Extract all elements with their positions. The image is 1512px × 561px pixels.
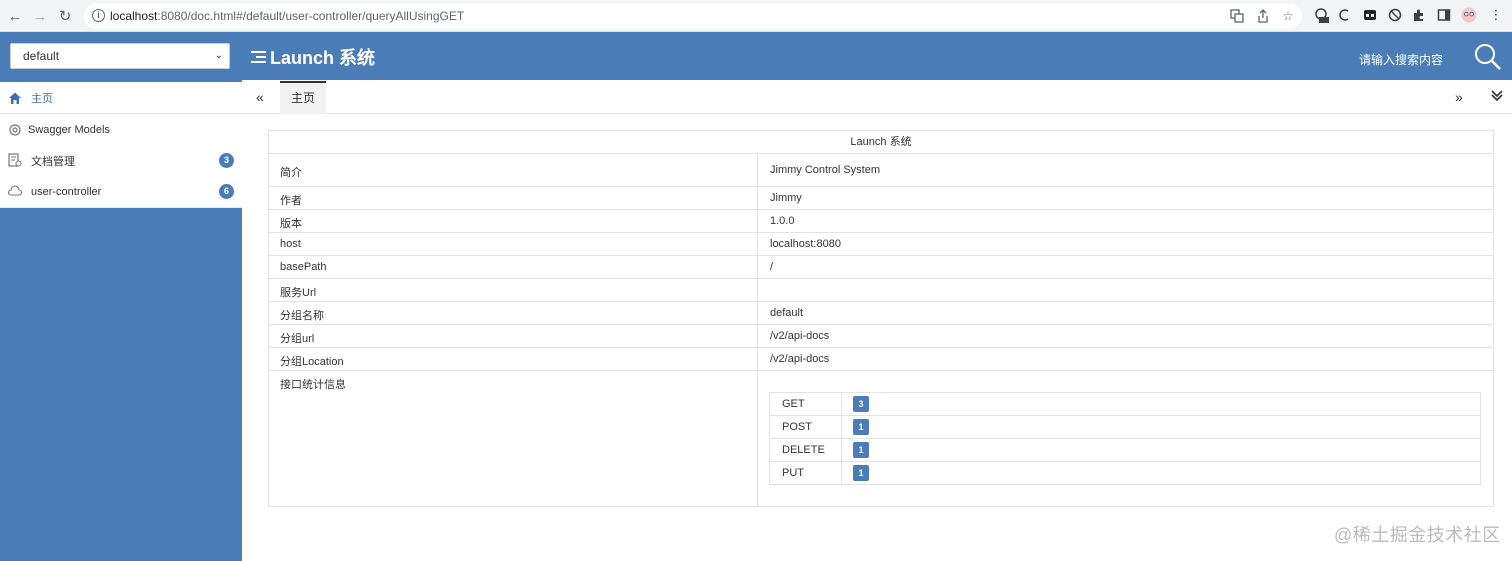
table-row: 分组url /v2/api-docs	[269, 325, 1493, 348]
table-row: 作者 Jimmy	[269, 187, 1493, 210]
sidebar-item-label: Swagger Models	[28, 123, 110, 136]
group-select-value: default	[23, 49, 60, 63]
tab-scroll-left-icon[interactable]: «	[256, 89, 264, 105]
forward-icon[interactable]: →	[30, 6, 50, 26]
row-key: basePath	[280, 261, 327, 273]
method-count-badge: 1	[853, 465, 869, 481]
row-value: localhost:8080	[770, 238, 841, 250]
bookmark-star-icon[interactable]: ☆	[1281, 9, 1295, 23]
tab-scroll-right-icon[interactable]: »	[1455, 89, 1463, 105]
app-title-text: Launch 系统	[270, 48, 376, 68]
row-value: 1.0.0	[770, 215, 795, 227]
row-value: /v2/api-docs	[770, 330, 830, 342]
sidebar: 主页 Swagger Models 文档管理 3 user-controller…	[0, 80, 242, 561]
row-key: 版本	[280, 218, 302, 230]
http-method: POST	[782, 421, 812, 433]
table-row: basePath /	[269, 256, 1493, 279]
sidebar-item-home[interactable]: 主页	[0, 82, 242, 114]
url-text[interactable]: localhost:8080/doc.html#/default/user-co…	[110, 9, 464, 23]
method-count-badge: 1	[853, 442, 869, 458]
row-value: /	[770, 261, 774, 273]
tab-menu-chevron-icon[interactable]	[1490, 88, 1504, 105]
row-key: 简介	[280, 167, 302, 179]
extensions-puzzle-icon[interactable]	[1411, 7, 1427, 23]
row-key: host	[280, 238, 301, 250]
table-row: 版本 1.0.0	[269, 210, 1493, 233]
menu-toggle-icon[interactable]	[251, 50, 266, 64]
extension-window-icon[interactable]	[1362, 7, 1378, 23]
row-key: 服务Url	[280, 287, 317, 299]
table-row: PUT 1	[770, 462, 1480, 485]
app-header: default ⌄ Launch 系统 请输入搜索内容	[0, 32, 1512, 80]
http-method: PUT	[782, 467, 804, 479]
chevron-down-icon: ⌄	[214, 50, 223, 61]
sidebar-item-swagger-models[interactable]: Swagger Models	[0, 114, 242, 146]
row-key: 分组名称	[280, 310, 324, 322]
tab-home[interactable]: 主页	[280, 81, 326, 114]
http-method: GET	[782, 398, 805, 410]
table-row: host localhost:8080	[269, 233, 1493, 256]
extension-block-icon[interactable]	[1387, 7, 1403, 23]
http-method: DELETE	[782, 444, 825, 456]
extension-badge-icon[interactable]	[1313, 7, 1329, 23]
address-bar[interactable]: i localhost:8080/doc.html#/default/user-…	[84, 3, 1302, 29]
document-gear-icon	[8, 153, 22, 167]
home-icon	[8, 91, 22, 105]
side-panel-icon[interactable]	[1436, 7, 1452, 23]
cloud-icon	[7, 185, 23, 199]
share-icon[interactable]	[1256, 9, 1270, 23]
profile-avatar-icon[interactable]	[1461, 7, 1477, 23]
row-value: /v2/api-docs	[770, 353, 830, 365]
sidebar-item-user-controller[interactable]: user-controller 6	[0, 176, 242, 208]
search-icon[interactable]	[1473, 42, 1503, 72]
table-row: POST 1	[770, 416, 1480, 439]
method-count-badge: 3	[853, 396, 869, 412]
row-key: 接口统计信息	[280, 379, 346, 391]
method-count-badge: 1	[853, 419, 869, 435]
sidebar-item-label: user-controller	[31, 185, 102, 198]
sidebar-item-label: 文档管理	[31, 155, 75, 168]
reload-icon[interactable]: ↻	[55, 6, 75, 26]
tab-label: 主页	[290, 91, 315, 105]
table-row: GET 3	[770, 393, 1480, 416]
row-key: 分组Location	[280, 356, 344, 368]
api-info-table: Launch 系统 简介 Jimmy Control System 作者 Jim…	[268, 130, 1494, 507]
translate-icon[interactable]	[1230, 9, 1244, 23]
count-badge: 3	[219, 153, 234, 168]
sidebar-item-label: 主页	[31, 92, 53, 105]
sidebar-item-doc-management[interactable]: 文档管理 3	[0, 145, 242, 177]
table-row: 分组名称 default	[269, 302, 1493, 325]
info-table-caption: Launch 系统	[269, 131, 1493, 154]
row-key: 作者	[280, 195, 302, 207]
tab-bar: « 主页 »	[242, 80, 1512, 114]
gear-icon	[8, 123, 22, 137]
row-value: Jimmy Control System	[770, 164, 881, 176]
table-row: 分组Location /v2/api-docs	[269, 348, 1493, 371]
row-value: default	[770, 307, 804, 319]
search-input[interactable]: 请输入搜索内容	[1359, 51, 1443, 68]
extension-c-icon[interactable]	[1337, 7, 1353, 23]
browser-menu-icon[interactable]: ⋮	[1488, 7, 1504, 23]
table-row: 简介 Jimmy Control System	[269, 154, 1493, 187]
table-row: DELETE 1	[770, 439, 1480, 462]
count-badge: 6	[219, 184, 234, 199]
group-select[interactable]: default ⌄	[10, 43, 230, 69]
browser-toolbar: ← → ↻ i localhost:8080/doc.html#/default…	[0, 0, 1512, 32]
row-key: 分组url	[280, 333, 315, 345]
row-value: Jimmy	[770, 192, 802, 204]
app-title: Launch 系统	[251, 44, 375, 70]
table-row: 服务Url	[269, 279, 1493, 302]
back-icon[interactable]: ←	[5, 6, 25, 26]
site-info-icon[interactable]: i	[92, 9, 105, 22]
endpoint-stats-table: GET 3 POST 1 DELETE 1 PUT 1	[769, 392, 1481, 485]
watermark: @稀土掘金技术社区	[1334, 525, 1501, 545]
